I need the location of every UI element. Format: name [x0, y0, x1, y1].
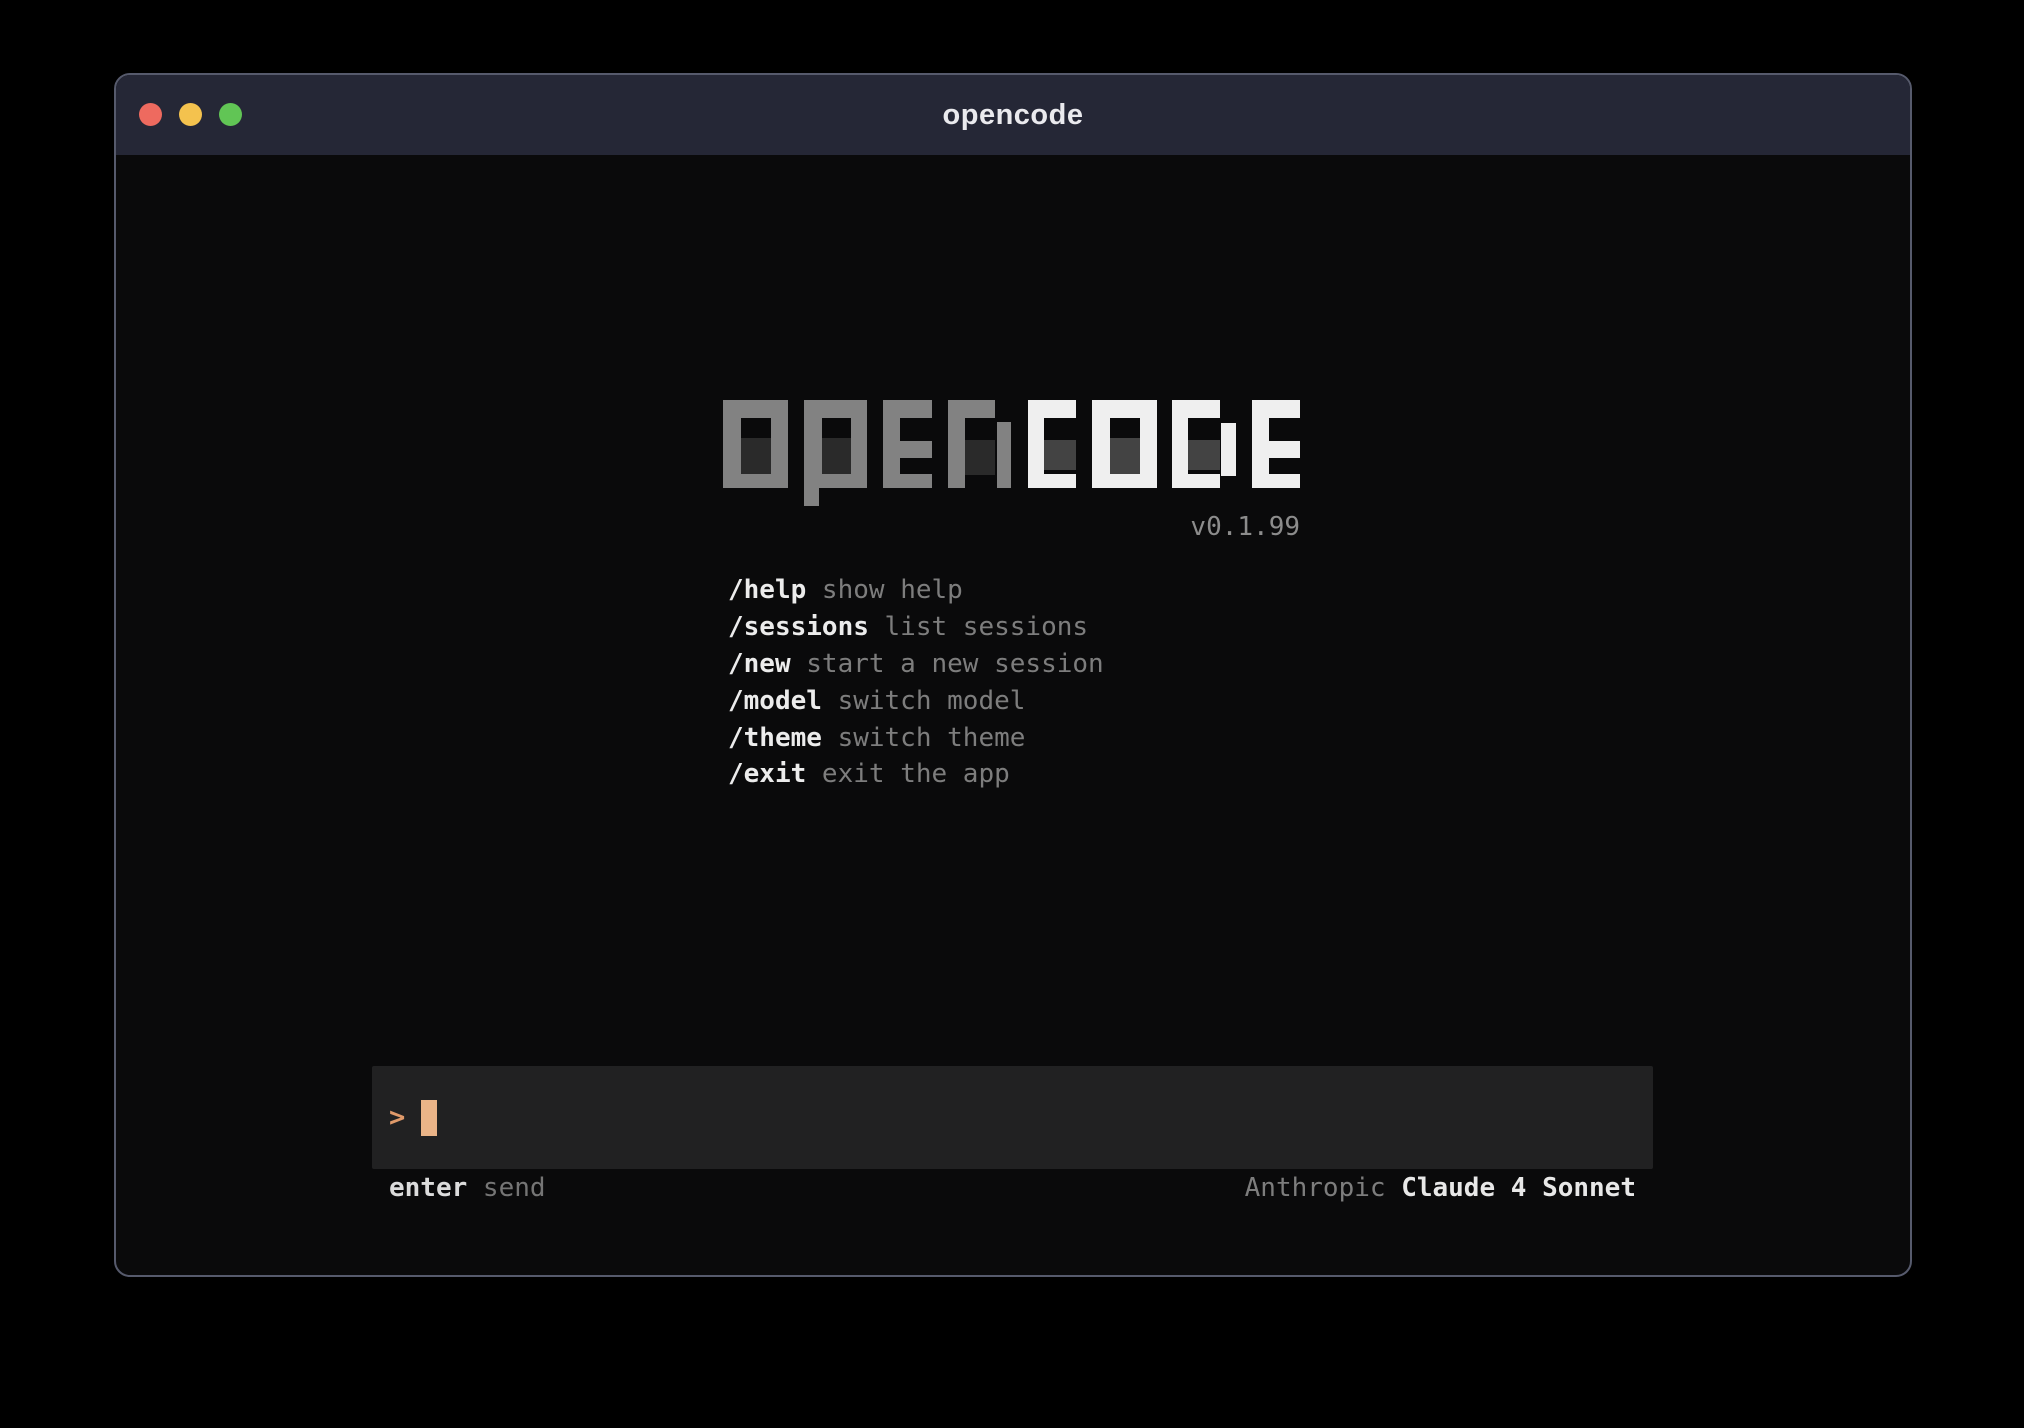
command-item: /theme switch theme [728, 719, 1104, 756]
zoom-button[interactable] [219, 103, 242, 126]
command-item: /sessions list sessions [728, 609, 1104, 646]
command-description: start a new session [806, 649, 1103, 679]
message-input[interactable]: > [372, 1066, 1653, 1169]
command-name: /model [728, 686, 822, 716]
window-title: opencode [943, 99, 1084, 132]
app-version: v0.1.99 [723, 512, 1300, 542]
command-name: /new [728, 649, 791, 679]
command-name: /exit [728, 759, 806, 789]
command-description: list sessions [885, 612, 1089, 642]
window-titlebar[interactable]: opencode [116, 75, 1910, 155]
text-cursor [421, 1100, 437, 1136]
keybind-hint: enter send [389, 1173, 546, 1203]
keybind-action: send [483, 1173, 546, 1203]
keybind-key: enter [389, 1173, 467, 1203]
command-item: /exit exit the app [728, 756, 1104, 793]
provider-name: Anthropic [1245, 1173, 1386, 1203]
command-name: /help [728, 575, 806, 605]
prompt-symbol: > [389, 1104, 405, 1131]
model-name: Claude 4 Sonnet [1401, 1173, 1636, 1203]
command-description: switch theme [838, 723, 1026, 753]
app-window: opencode [114, 73, 1912, 1277]
command-description: switch model [838, 686, 1026, 716]
command-item: /new start a new session [728, 646, 1104, 683]
command-name: /theme [728, 723, 822, 753]
status-bar: enter send Anthropic Claude 4 Sonnet [372, 1172, 1653, 1204]
command-item: /model switch model [728, 682, 1104, 719]
minimize-button[interactable] [179, 103, 202, 126]
traffic-lights [139, 103, 242, 126]
command-description: show help [822, 575, 963, 605]
opencode-logo [723, 400, 1300, 506]
command-name: /sessions [728, 612, 869, 642]
command-item: /help show help [728, 572, 1104, 609]
model-indicator: Anthropic Claude 4 Sonnet [1245, 1173, 1636, 1203]
command-description: exit the app [822, 759, 1010, 789]
command-list: /help show help /sessions list sessions … [728, 572, 1104, 793]
close-button[interactable] [139, 103, 162, 126]
